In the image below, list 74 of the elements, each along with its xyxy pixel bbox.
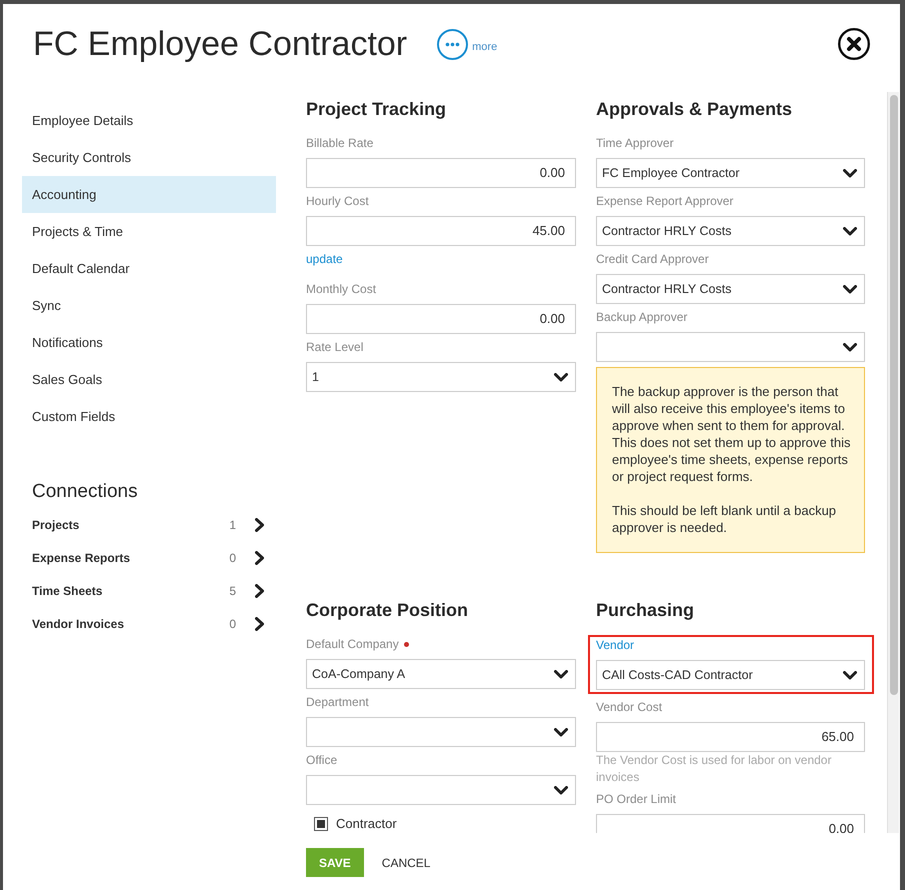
number-field[interactable]: 45.00 xyxy=(306,216,576,246)
chevron-down-icon xyxy=(843,284,857,294)
chevron-down-icon xyxy=(843,342,857,352)
chevron-down-icon xyxy=(843,226,857,236)
scrollbar-thumb[interactable] xyxy=(890,95,898,695)
sidebar-item[interactable]: Default Calendar xyxy=(22,250,276,287)
connection-count: 5 xyxy=(229,582,236,600)
number-field[interactable]: 65.00 xyxy=(596,722,865,752)
select-field[interactable]: Contractor HRLY Costs xyxy=(596,216,865,246)
chevron-right-icon[interactable] xyxy=(255,550,265,564)
select-field[interactable]: CoA-Company A xyxy=(306,659,576,689)
field-label: Monthly Cost xyxy=(306,281,376,297)
connection-count: 0 xyxy=(229,550,236,566)
connection-label[interactable]: Projects xyxy=(32,516,230,534)
select-field[interactable] xyxy=(596,332,865,362)
chevron-right-icon[interactable] xyxy=(255,616,265,630)
chevron-down-icon xyxy=(554,728,568,736)
field-label: Billable Rate xyxy=(306,135,374,151)
sidebar-item[interactable]: Accounting xyxy=(22,176,276,213)
field-label: Rate Level xyxy=(306,339,364,355)
section-heading: Approvals & Payments xyxy=(596,98,794,121)
connection-count: 1 xyxy=(229,516,236,534)
connection-count: 0 xyxy=(229,616,236,632)
chevron-down-icon xyxy=(554,786,568,794)
cancel-button[interactable]: CANCEL xyxy=(382,848,430,877)
section-heading: Purchasing xyxy=(596,599,696,622)
select-field[interactable]: CAll Costs-CAD Contractor xyxy=(596,660,865,690)
window-title: FC Employee Contractor xyxy=(33,24,408,64)
scrollbar[interactable] xyxy=(887,92,899,833)
field-label: Expense Report Approver xyxy=(596,193,734,209)
sidebar-item[interactable]: Security Controls xyxy=(22,139,276,176)
chevron-right-icon[interactable] xyxy=(255,584,265,598)
connection-label[interactable]: Time Sheets xyxy=(32,582,230,600)
chevron-down-icon xyxy=(554,670,568,678)
chevron-down-icon xyxy=(843,168,857,178)
field-label: Hourly Cost xyxy=(306,193,369,209)
checkbox[interactable] xyxy=(314,817,328,831)
field-label: Vendor Cost xyxy=(596,699,662,715)
update-link[interactable]: update xyxy=(306,251,343,267)
select-field[interactable]: FC Employee Contractor xyxy=(596,158,865,188)
field-label: PO Order Limit xyxy=(596,791,676,807)
chevron-right-icon[interactable] xyxy=(255,518,265,532)
field-label: Time Approver xyxy=(596,135,674,151)
field-label: Department xyxy=(306,694,369,710)
select-field[interactable] xyxy=(306,775,576,805)
field-label: Default Company xyxy=(306,636,399,652)
field-label: Vendor xyxy=(596,637,634,653)
sidebar-item[interactable]: Projects & Time xyxy=(22,213,276,250)
more-icon[interactable] xyxy=(437,28,468,60)
close-icon[interactable] xyxy=(838,28,870,60)
connections-heading: Connections xyxy=(31,480,139,504)
number-field[interactable]: 0.00 xyxy=(306,304,576,334)
select-field[interactable] xyxy=(306,717,576,747)
chevron-down-icon xyxy=(554,372,568,382)
chevron-down-icon xyxy=(843,670,857,680)
note-text: The backup approver is the person that will also receive this employee's items to approve when sent to them for approval. This does not set them up to approve this employee's time sheets, expense reports or project request forms. xyxy=(612,383,852,485)
help-text: The Vendor Cost is used for labor on vendor invoices xyxy=(596,752,832,786)
sidebar-item[interactable]: Notifications xyxy=(22,324,276,361)
sidebar-item[interactable]: Sales Goals xyxy=(22,361,276,398)
section-heading: Corporate Position xyxy=(306,599,470,622)
number-field[interactable]: 0.00 xyxy=(306,158,576,188)
field-label: Office xyxy=(306,752,338,768)
connection-label[interactable]: Vendor Invoices xyxy=(32,614,230,632)
field-label: Backup Approver xyxy=(596,309,688,325)
sidebar-item[interactable]: Custom Fields xyxy=(22,398,276,435)
checkbox-label: Contractor xyxy=(336,815,397,833)
sidebar-item[interactable]: Employee Details xyxy=(22,102,276,139)
connection-label[interactable]: Expense Reports xyxy=(32,548,230,566)
note-text: This should be left blank until a backup approver is needed. xyxy=(612,502,838,536)
field-label: Credit Card Approver xyxy=(596,251,709,267)
select-field[interactable]: Contractor HRLY Costs xyxy=(596,274,865,304)
sidebar-item[interactable]: Sync xyxy=(22,287,276,324)
section-heading: Project Tracking xyxy=(306,98,448,121)
select-field[interactable]: 1 xyxy=(306,362,576,392)
